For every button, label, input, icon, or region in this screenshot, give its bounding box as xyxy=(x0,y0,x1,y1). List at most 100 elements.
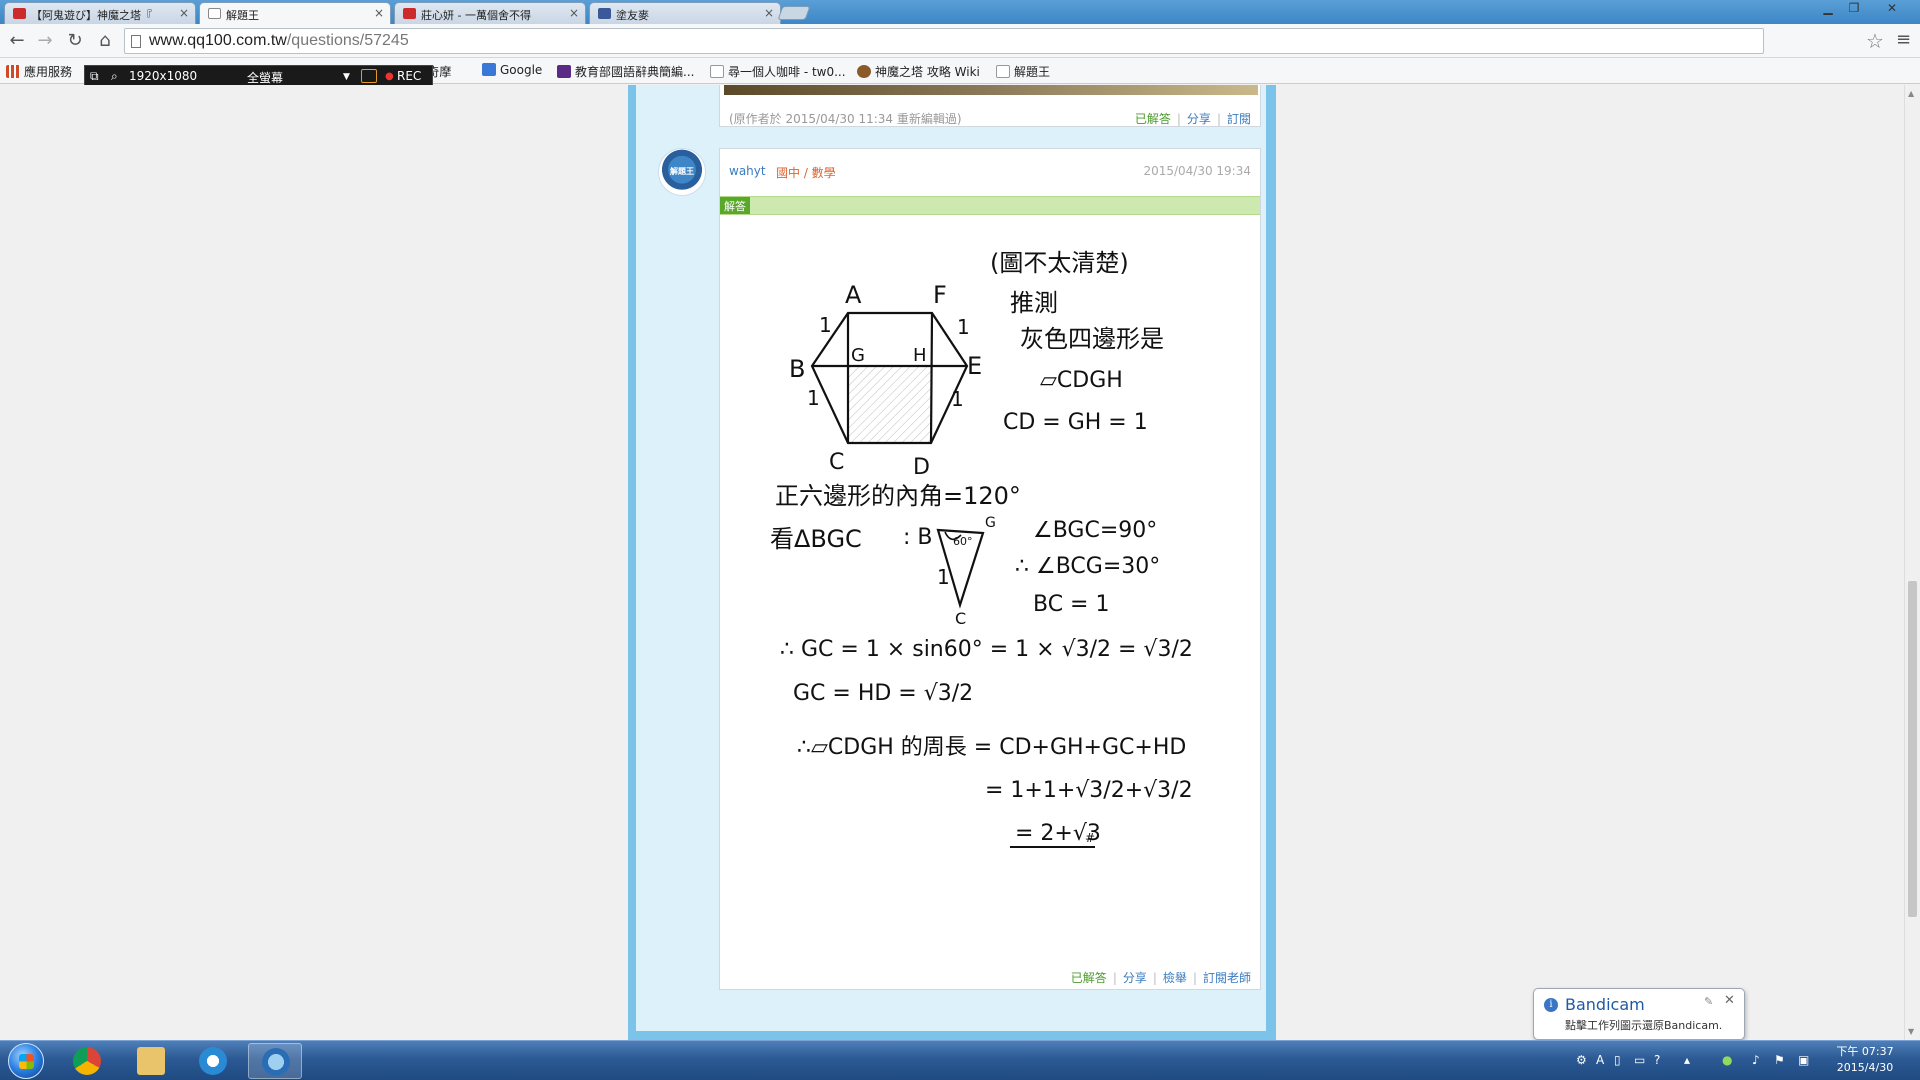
note-guess: 推測 xyxy=(1010,289,1058,317)
reload-icon[interactable]: ↻ xyxy=(64,30,86,51)
font-icon[interactable]: A xyxy=(1596,1053,1604,1067)
scroll-down-icon[interactable]: ▼ xyxy=(1908,1027,1914,1036)
bookmark-label: 應用服務 xyxy=(24,65,73,79)
network-icon[interactable]: ▣ xyxy=(1798,1053,1809,1067)
bookmark-label: 神魔之塔 攻略 Wiki xyxy=(875,65,980,79)
label-G: G xyxy=(851,345,865,366)
bandicam-app-icon xyxy=(262,1048,290,1076)
side-length-ED: 1 xyxy=(951,387,964,411)
line-answer-mark: # xyxy=(1085,831,1095,845)
scroll-up-icon[interactable]: ▲ xyxy=(1908,89,1914,98)
tray-icon-1[interactable]: ⚙ xyxy=(1576,1053,1587,1067)
chevron-down-icon[interactable]: ▼ xyxy=(343,72,350,82)
mode-select[interactable]: 全螢幕 xyxy=(247,69,283,86)
bandicam-notification[interactable]: i Bandicam 點擊工作列圖示還原Bandicam. ✎ ✕ xyxy=(1533,988,1745,1040)
label-B: B xyxy=(789,355,805,383)
close-icon[interactable]: × xyxy=(569,6,579,20)
window-mode-icon[interactable]: ⧉ xyxy=(90,69,99,84)
camera-icon[interactable] xyxy=(361,69,377,83)
info-icon: i xyxy=(1544,998,1558,1012)
line-interior-angle: 正六邊形的內角=120° xyxy=(775,482,1021,510)
subscribe-teacher-link[interactable]: 訂閱老師 xyxy=(1203,971,1251,985)
label-A: A xyxy=(845,281,862,309)
menu-icon[interactable]: ≡ xyxy=(1896,29,1911,50)
category-link[interactable]: 國中 / 數學 xyxy=(776,164,836,181)
page-icon xyxy=(996,65,1010,78)
shaded-parallelogram xyxy=(848,366,932,443)
side-length-FE: 1 xyxy=(957,315,970,339)
windows-icon xyxy=(19,1054,34,1069)
side-length-AB: 1 xyxy=(819,313,832,337)
tab-qq100[interactable]: 解題王 × xyxy=(199,2,391,24)
close-icon[interactable]: ✕ xyxy=(1724,993,1735,1008)
help-icon[interactable]: ? xyxy=(1654,1053,1660,1067)
tab-youtube-1[interactable]: 【阿鬼遊び】神魔之塔『 × xyxy=(4,2,196,24)
bandicam-recording-bar[interactable]: ⧉ ⌕ 1920x1080 全螢幕 ▼ ● REC xyxy=(84,65,433,87)
side-length-BC: 1 xyxy=(807,386,820,410)
bookmark-qq100[interactable]: 解題王 xyxy=(996,63,1050,80)
solved-link[interactable]: 已解答 xyxy=(1135,112,1171,126)
pin-icon[interactable]: ✎ xyxy=(1704,995,1713,1008)
answer-header-bar: 解答 xyxy=(720,196,1260,215)
forward-icon[interactable]: → xyxy=(34,30,56,51)
share-link[interactable]: 分享 xyxy=(1187,112,1211,126)
apps-icon xyxy=(6,65,20,78)
restore-icon[interactable]: ❐ xyxy=(1842,1,1866,15)
bookmark-coffee[interactable]: 尋一個人咖啡 - tw0... xyxy=(710,63,846,80)
tray-window-icon[interactable]: ▯ xyxy=(1614,1053,1621,1067)
tab-facebook[interactable]: 塗友麥 × xyxy=(589,2,781,24)
tab-youtube-2[interactable]: 莊心妍 - 一萬個舍不得 × xyxy=(394,2,586,24)
taskbar-ie[interactable] xyxy=(186,1043,240,1079)
url-path: /questions/57245 xyxy=(286,32,409,49)
url-text[interactable]: www.qq100.com.tw/questions/57245 xyxy=(149,32,409,50)
url-host: www.qq100.com.tw xyxy=(149,32,287,49)
share-link[interactable]: 分享 xyxy=(1123,971,1147,985)
solved-link[interactable]: 已解答 xyxy=(1071,971,1107,985)
bookmark-google[interactable]: Google xyxy=(482,63,542,77)
flag-icon[interactable]: ⚑ xyxy=(1774,1053,1785,1067)
page-icon xyxy=(131,35,141,48)
volume-icon[interactable]: ♪ xyxy=(1752,1053,1760,1067)
start-button[interactable] xyxy=(8,1043,44,1079)
bandicam-tray-icon[interactable]: ● xyxy=(1722,1053,1732,1067)
label-F: F xyxy=(933,281,947,309)
close-icon[interactable]: × xyxy=(179,6,189,20)
note-cdgh: ▱CDGH xyxy=(1040,368,1123,393)
label-H: H xyxy=(913,345,927,366)
report-link[interactable]: 檢舉 xyxy=(1163,971,1187,985)
bookmark-apps[interactable]: 應用服務 xyxy=(6,63,72,80)
facebook-icon xyxy=(598,8,611,19)
close-icon[interactable]: × xyxy=(764,6,774,20)
window-close-icon[interactable]: ✕ xyxy=(1880,1,1904,15)
monitor-icon[interactable]: ▭ xyxy=(1634,1053,1645,1067)
taskbar-chrome[interactable] xyxy=(60,1043,114,1079)
yahoo-icon xyxy=(557,65,571,78)
page-scrollbar[interactable]: ▲ ▼ xyxy=(1904,85,1920,1040)
youtube-icon xyxy=(13,8,26,19)
close-icon[interactable]: × xyxy=(374,6,384,20)
taskbar-explorer[interactable] xyxy=(124,1043,178,1079)
system-clock[interactable]: 下午 07:37 2015/4/30 xyxy=(1832,1044,1898,1076)
avatar[interactable]: 解題王 xyxy=(658,148,706,196)
tab-label: 解題王 xyxy=(226,9,259,22)
post-timestamp: 2015/04/30 19:34 xyxy=(1143,164,1251,178)
bookmark-label: 解題王 xyxy=(1014,65,1051,79)
bookmark-star-icon[interactable]: ☆ xyxy=(1866,29,1884,53)
username-link[interactable]: wahyt xyxy=(729,164,766,178)
bookmark-wiki[interactable]: 神魔之塔 攻略 Wiki xyxy=(857,63,980,80)
show-hidden-icons-icon[interactable]: ▴ xyxy=(1684,1053,1690,1067)
line-angle-bgc: ∠BGC=90° xyxy=(1033,518,1157,543)
back-icon[interactable]: ← xyxy=(6,30,28,51)
address-bar[interactable]: www.qq100.com.tw/questions/57245 xyxy=(124,28,1764,54)
tab-label: 莊心妍 - 一萬個舍不得 xyxy=(421,9,531,22)
rec-label[interactable]: REC xyxy=(397,69,421,83)
subscribe-link[interactable]: 訂閱 xyxy=(1227,112,1251,126)
new-tab-button[interactable] xyxy=(777,6,811,20)
taskbar-bandicam[interactable] xyxy=(248,1043,302,1079)
bookmark-dictionary[interactable]: 教育部國語辭典簡編... xyxy=(557,63,694,80)
home-icon[interactable]: ⌂ xyxy=(94,30,116,51)
scrollbar-thumb[interactable] xyxy=(1908,581,1917,917)
tab-strip: 【阿鬼遊び】神魔之塔『 × 解題王 × 莊心妍 - 一萬個舍不得 × 塗友麥 ×… xyxy=(0,0,1920,24)
minimize-icon[interactable]: ▁ xyxy=(1816,1,1840,15)
page-content: (原作者於 2015/04/30 11:34 重新編輯過) 已解答 | 分享 | 訂閱 … xyxy=(0,85,1920,1040)
